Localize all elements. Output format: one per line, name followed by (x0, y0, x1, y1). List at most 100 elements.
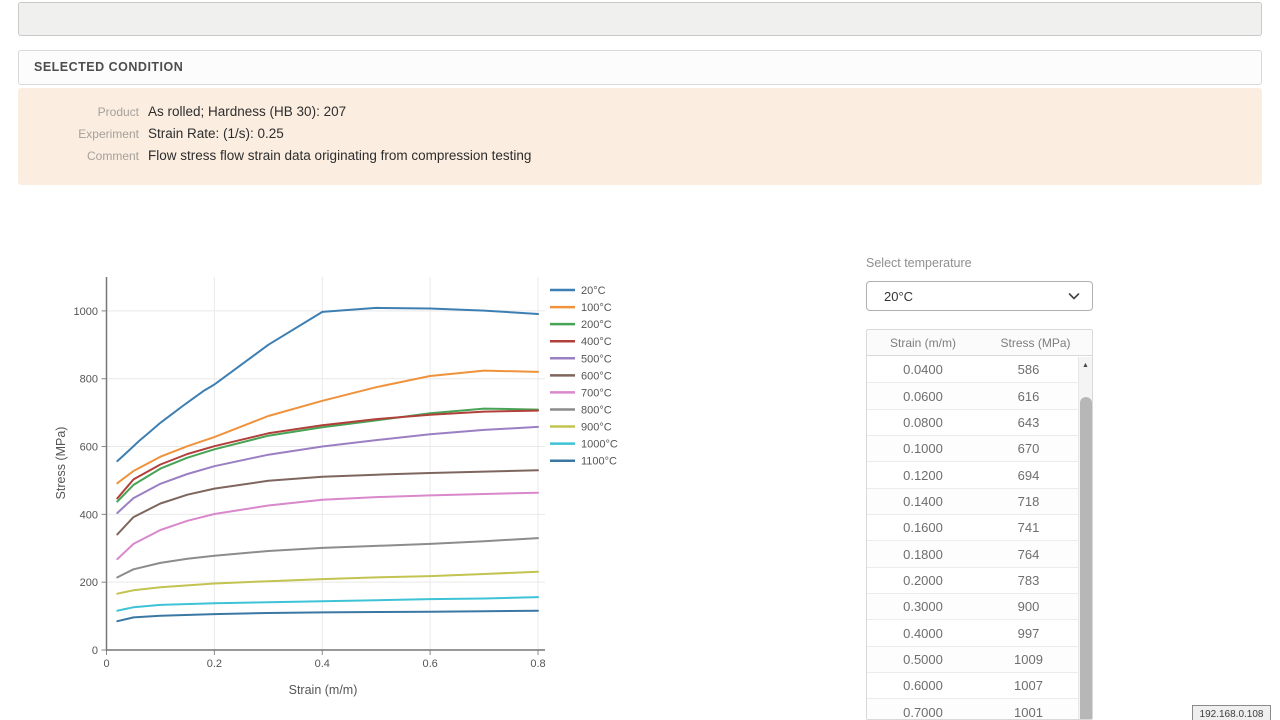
condition-panel: Product As rolled; Hardness (HB 30): 207… (18, 88, 1262, 185)
y-tick-label: 400 (80, 509, 98, 521)
table-header: Strain (m/m) Stress (MPa) (867, 330, 1092, 356)
strain-cell: 0.4000 (867, 626, 979, 641)
condition-row-experiment: Experiment Strain Rate: (1/s): 0.25 (18, 122, 1262, 144)
ip-address-overlay: 192.168.0.108 (1192, 705, 1271, 720)
comment-value: Flow stress flow strain data originating… (148, 148, 531, 163)
legend-label: 1000°C (581, 439, 618, 451)
strain-cell: 0.3000 (867, 599, 979, 614)
stress-cell: 694 (979, 468, 1078, 483)
y-tick-label: 1000 (74, 306, 98, 318)
ip-address-text: 192.168.0.108 (1200, 709, 1264, 720)
temperature-select-label: Select temperature (866, 256, 972, 270)
table-row: 0.70001001 (867, 698, 1078, 720)
table-row: 0.60001007 (867, 672, 1078, 698)
curve-20°C (117, 308, 538, 461)
y-tick-label: 800 (80, 374, 98, 386)
strain-cell: 0.1200 (867, 468, 979, 483)
stress-cell: 783 (979, 573, 1078, 588)
stress-cell: 1001 (979, 705, 1078, 720)
y-tick-label: 200 (80, 577, 98, 589)
temperature-select[interactable]: 20°C (866, 281, 1093, 311)
strain-cell: 0.6000 (867, 678, 979, 693)
section-title: SELECTED CONDITION (34, 60, 183, 74)
scrollbar-thumb[interactable] (1080, 397, 1092, 719)
stress-cell: 997 (979, 626, 1078, 641)
legend-label: 500°C (581, 353, 612, 365)
curve-400°C (117, 411, 538, 499)
chevron-down-icon (1068, 293, 1080, 300)
legend-label: 1100°C (581, 456, 617, 468)
stress-cell: 741 (979, 520, 1078, 535)
x-tick-label: 0.4 (315, 658, 330, 670)
strain-cell: 0.7000 (867, 705, 979, 720)
app-window: SELECTED CONDITION Product As rolled; Ha… (0, 0, 1280, 720)
table-row: 0.0600616 (867, 382, 1078, 408)
strain-cell: 0.1600 (867, 520, 979, 535)
strain-cell: 0.2000 (867, 573, 979, 588)
curve-1100°C (117, 611, 538, 622)
y-axis-title: Stress (MPa) (54, 427, 68, 500)
strain-cell: 0.1000 (867, 441, 979, 456)
x-tick-label: 0.8 (530, 658, 545, 670)
stress-cell: 1007 (979, 678, 1078, 693)
selected-condition-header: SELECTED CONDITION (18, 50, 1262, 85)
legend-label: 200°C (581, 319, 612, 331)
x-axis-title: Strain (m/m) (289, 683, 358, 697)
table-scrollbar[interactable]: ▲ (1078, 357, 1092, 719)
legend-label: 800°C (581, 404, 612, 416)
legend-label: 400°C (581, 336, 612, 348)
strain-stress-table: Strain (m/m) Stress (MPa) 0.04005860.060… (866, 329, 1093, 720)
strain-cell: 0.0800 (867, 415, 979, 430)
stress-cell: 643 (979, 415, 1078, 430)
comment-label: Comment (18, 149, 139, 163)
table-row: 0.1800764 (867, 540, 1078, 566)
product-label: Product (18, 105, 139, 119)
legend-label: 20°C (581, 285, 606, 297)
table-row: 0.2000783 (867, 567, 1078, 593)
legend-label: 600°C (581, 370, 612, 382)
experiment-value: Strain Rate: (1/s): 0.25 (148, 126, 284, 141)
table-row: 0.1600741 (867, 514, 1078, 540)
top-toolbar (18, 2, 1262, 36)
temperature-select-value: 20°C (884, 289, 913, 304)
table-row: 0.1400718 (867, 488, 1078, 514)
strain-column-header: Strain (m/m) (867, 336, 979, 350)
table-row: 0.0400586 (867, 356, 1078, 382)
strain-cell: 0.0400 (867, 362, 979, 377)
curve-900°C (117, 572, 538, 594)
y-tick-label: 600 (80, 442, 98, 454)
x-tick-label: 0.2 (207, 658, 222, 670)
curve-600°C (117, 470, 538, 534)
scrollbar-up-icon[interactable]: ▲ (1079, 357, 1092, 373)
curve-700°C (117, 493, 538, 559)
stress-cell: 586 (979, 362, 1078, 377)
experiment-label: Experiment (18, 127, 139, 141)
table-row: 0.0800643 (867, 409, 1078, 435)
table-row: 0.4000997 (867, 619, 1078, 645)
x-tick-label: 0 (103, 658, 109, 670)
stress-cell: 1009 (979, 652, 1078, 667)
stress-cell: 764 (979, 547, 1078, 562)
legend-label: 900°C (581, 422, 612, 434)
stress-cell: 900 (979, 599, 1078, 614)
table-row: 0.50001009 (867, 646, 1078, 672)
strain-cell: 0.0600 (867, 389, 979, 404)
product-value: As rolled; Hardness (HB 30): 207 (148, 104, 346, 119)
strain-cell: 0.1800 (867, 547, 979, 562)
table-body: 0.04005860.06006160.08006430.10006700.12… (867, 356, 1092, 720)
table-row: 0.3000900 (867, 593, 1078, 619)
y-tick-label: 0 (92, 645, 98, 657)
stress-cell: 718 (979, 494, 1078, 509)
table-row: 0.1200694 (867, 461, 1078, 487)
stress-column-header: Stress (MPa) (979, 336, 1092, 350)
stress-cell: 670 (979, 441, 1078, 456)
curve-800°C (117, 538, 538, 577)
curve-1000°C (117, 597, 538, 611)
condition-row-comment: Comment Flow stress flow strain data ori… (18, 144, 1262, 166)
flow-stress-chart: 00.20.40.60.80200400600800100020°C100°C2… (40, 270, 660, 715)
legend-label: 700°C (581, 387, 612, 399)
strain-cell: 0.1400 (867, 494, 979, 509)
table-row: 0.1000670 (867, 435, 1078, 461)
strain-cell: 0.5000 (867, 652, 979, 667)
condition-row-product: Product As rolled; Hardness (HB 30): 207 (18, 100, 1262, 122)
